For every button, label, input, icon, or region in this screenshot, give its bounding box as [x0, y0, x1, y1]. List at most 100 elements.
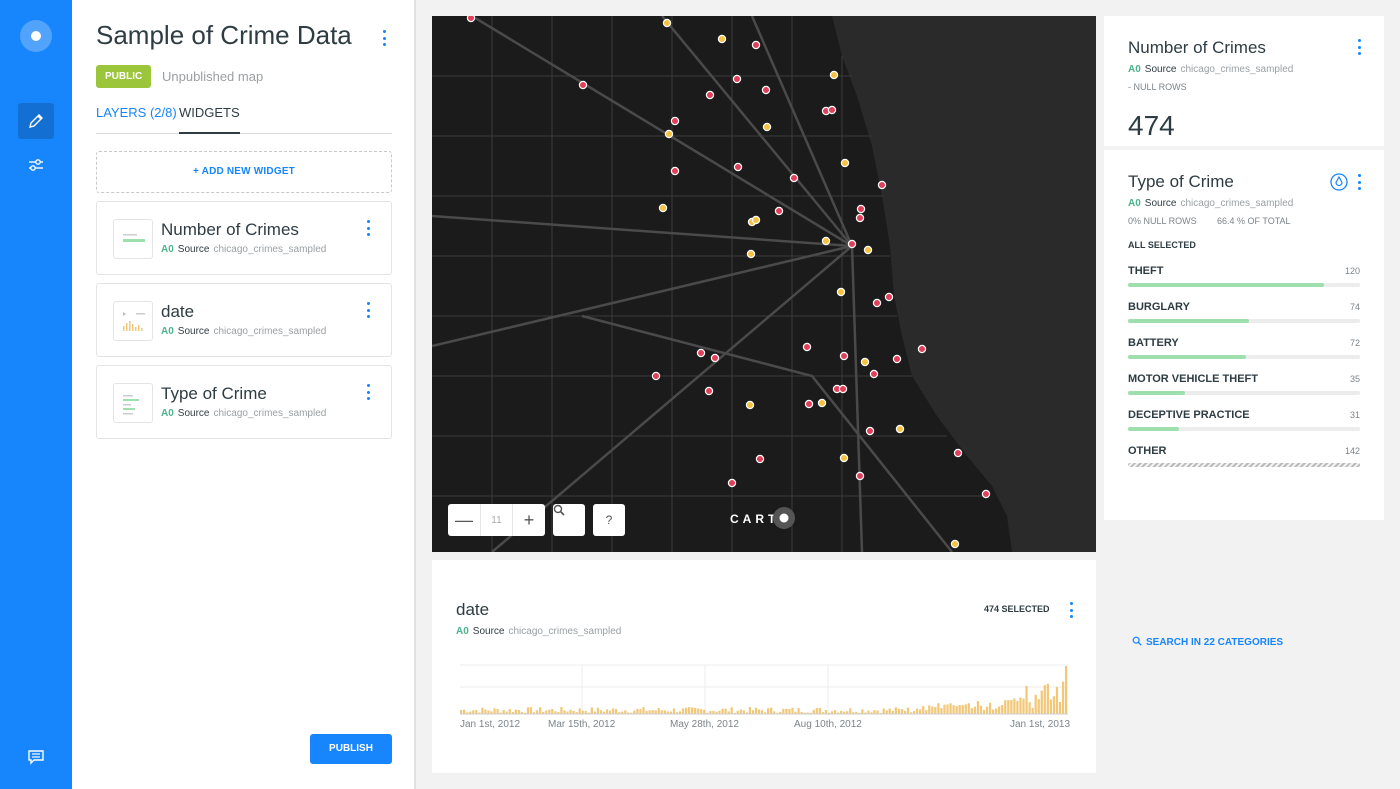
map-help-button[interactable]: ?	[593, 504, 625, 536]
histogram-bar	[460, 710, 463, 714]
crime-point[interactable]	[727, 478, 737, 488]
widget-options-kebab-icon[interactable]	[1354, 39, 1364, 55]
crime-point[interactable]	[836, 287, 846, 297]
carto-logo-icon[interactable]	[20, 20, 52, 52]
crime-point[interactable]	[865, 426, 875, 436]
publish-button[interactable]: PUBLISH	[310, 734, 392, 764]
crime-point[interactable]	[704, 386, 714, 396]
category-widget-thumbnail-icon	[113, 383, 153, 423]
crime-point[interactable]	[856, 204, 866, 214]
crime-point[interactable]	[827, 105, 837, 115]
crime-point[interactable]	[804, 399, 814, 409]
crime-point[interactable]	[869, 369, 879, 379]
category-bar-track	[1128, 319, 1360, 323]
source-label: Source	[1144, 198, 1177, 209]
crime-point[interactable]	[789, 173, 799, 183]
crime-point[interactable]	[710, 353, 720, 363]
histogram-bar	[967, 703, 970, 714]
zoom-in-button[interactable]: +	[513, 504, 545, 536]
crime-point[interactable]	[751, 40, 761, 50]
color-drop-icon[interactable]	[1330, 173, 1348, 191]
crime-point[interactable]	[872, 298, 882, 308]
histogram-bar	[894, 707, 897, 714]
public-badge[interactable]: PUBLIC	[96, 65, 152, 88]
crime-point[interactable]	[877, 180, 887, 190]
crime-point[interactable]	[892, 354, 902, 364]
map-search-button[interactable]	[553, 504, 585, 536]
widget-options-kebab-icon[interactable]	[363, 384, 373, 400]
crime-point[interactable]	[855, 213, 865, 223]
all-selected-label[interactable]: ALL SELECTED	[1128, 240, 1196, 250]
crime-point[interactable]	[664, 129, 674, 139]
crime-point[interactable]	[821, 236, 831, 246]
crime-point[interactable]	[466, 16, 476, 23]
crime-point[interactable]	[838, 384, 848, 394]
crime-point[interactable]	[696, 348, 706, 358]
crime-point[interactable]	[884, 292, 894, 302]
crime-point[interactable]	[733, 162, 743, 172]
histogram-bar	[545, 710, 548, 714]
crime-point[interactable]	[705, 90, 715, 100]
histogram-bar	[888, 708, 891, 714]
widget-item-type-of-crime[interactable]: Type of Crime A0 Source chicago_crimes_sam…	[96, 365, 392, 439]
crime-point[interactable]	[745, 400, 755, 410]
crime-point[interactable]	[578, 80, 588, 90]
crime-point[interactable]	[670, 166, 680, 176]
pencil-icon[interactable]	[18, 103, 54, 139]
crime-point[interactable]	[917, 344, 927, 354]
histogram-widget-date: date A0 Source chicago_crimes_sampled 474 …	[432, 560, 1096, 773]
crime-point[interactable]	[950, 539, 960, 549]
histogram-bar	[651, 710, 654, 714]
crime-point[interactable]	[717, 34, 727, 44]
crime-point[interactable]	[895, 424, 905, 434]
crime-point[interactable]	[751, 215, 761, 225]
source-name: chicago_crimes_sampled	[1180, 198, 1294, 209]
crime-point[interactable]	[840, 158, 850, 168]
crime-point[interactable]	[863, 245, 873, 255]
widget-options-kebab-icon[interactable]	[363, 220, 373, 236]
map-canvas[interactable]: — 11 + ? CART	[432, 16, 1096, 552]
crime-point[interactable]	[953, 448, 963, 458]
crime-point[interactable]	[860, 357, 870, 367]
crime-point[interactable]	[855, 471, 865, 481]
widget-item-number-of-crimes[interactable]: Number of Crimes A0 Source chicago_crimes_…	[96, 201, 392, 275]
source-label: Source	[177, 326, 210, 337]
chat-icon[interactable]	[18, 739, 54, 775]
crime-point[interactable]	[839, 453, 849, 463]
sliders-icon[interactable]	[18, 147, 54, 183]
crime-point[interactable]	[746, 249, 756, 259]
crime-point[interactable]	[670, 116, 680, 126]
crime-point[interactable]	[839, 351, 849, 361]
widget-item-date[interactable]: date A0 Source chicago_crimes_sampled	[96, 283, 392, 357]
axis-tick-label: Mar 15th, 2012	[548, 719, 616, 730]
crime-point[interactable]	[847, 239, 857, 249]
widget-options-kebab-icon[interactable]	[1354, 174, 1364, 190]
tab-widgets[interactable]: WIDGETS	[179, 104, 240, 134]
zoom-out-button[interactable]: —	[448, 504, 480, 536]
tab-layers[interactable]: LAYERS (2/8)	[96, 104, 177, 134]
crime-point[interactable]	[651, 371, 661, 381]
search-categories-link[interactable]: SEARCH IN 22 CATEGORIES	[1132, 636, 1283, 648]
histogram-bar	[654, 710, 657, 714]
crime-point[interactable]	[732, 74, 742, 84]
widget-options-kebab-icon[interactable]	[363, 302, 373, 318]
histogram-bar	[1061, 681, 1065, 714]
histogram-bar	[1013, 698, 1016, 714]
crime-point[interactable]	[755, 454, 765, 464]
map-title[interactable]: Sample of Crime Data	[96, 20, 352, 51]
crime-point[interactable]	[762, 122, 772, 132]
histogram-bar	[1046, 683, 1049, 714]
crime-point[interactable]	[817, 398, 827, 408]
histogram-bar	[596, 707, 600, 714]
histogram-bar	[487, 710, 490, 714]
crime-point[interactable]	[981, 489, 991, 499]
crime-point[interactable]	[662, 18, 672, 28]
crime-point[interactable]	[761, 85, 771, 95]
crime-point[interactable]	[829, 70, 839, 80]
crime-point[interactable]	[774, 206, 784, 216]
map-options-kebab-icon[interactable]	[379, 30, 389, 46]
crime-point[interactable]	[658, 203, 668, 213]
crime-point[interactable]	[802, 342, 812, 352]
add-widget-button[interactable]: + ADD NEW WIDGET	[96, 151, 392, 193]
date-histogram[interactable]	[432, 560, 1096, 773]
